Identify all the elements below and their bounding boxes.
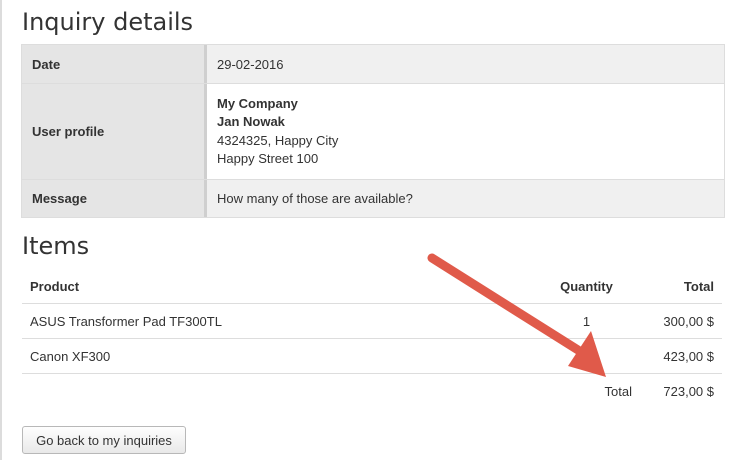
items-table: Product Quantity Total ASUS Transformer … — [22, 269, 722, 408]
user-profile-label: User profile — [22, 84, 207, 179]
message-value: How many of those are available? — [207, 180, 724, 217]
profile-street: Happy Street 100 — [217, 151, 319, 166]
date-row: Date 29-02-2016 — [22, 45, 724, 83]
profile-city: 4324325, Happy City — [217, 132, 339, 148]
grand-total-label: Total — [604, 383, 632, 399]
product-cell: ASUS Transformer Pad TF300TL — [30, 313, 222, 329]
product-cell: Canon XF300 — [30, 348, 111, 364]
date-value: 29-02-2016 — [207, 45, 724, 83]
column-header-quantity: Quantity — [560, 278, 613, 294]
column-header-product: Product — [30, 278, 80, 294]
total-cell: 423,00 $ — [663, 348, 714, 364]
table-row: Canon XF300 1 423,00 $ — [22, 339, 722, 374]
table-row: ASUS Transformer Pad TF300TL 1 300,00 $ — [22, 304, 722, 339]
back-to-inquiries-button[interactable]: Go back to my inquiries — [22, 426, 186, 454]
date-label: Date — [22, 45, 207, 83]
items-header-row: Product Quantity Total — [22, 269, 722, 304]
inquiry-details-heading: Inquiry details — [22, 8, 194, 36]
profile-company: My Company — [217, 95, 298, 111]
column-header-total: Total — [683, 278, 714, 294]
quantity-cell: 1 — [582, 313, 591, 329]
user-profile-value: My Company Jan Nowak 4324325, Happy City… — [207, 84, 724, 179]
left-border — [0, 0, 2, 460]
inquiry-details-table: Date 29-02-2016 User profile My Company … — [21, 44, 725, 218]
profile-name: Jan Nowak — [217, 114, 285, 129]
items-heading: Items — [22, 232, 90, 260]
grand-total-row: Total 723,00 $ — [22, 374, 722, 408]
message-label: Message — [22, 180, 207, 217]
total-cell: 300,00 $ — [663, 313, 714, 329]
user-profile-row: User profile My Company Jan Nowak 432432… — [22, 83, 724, 179]
message-row: Message How many of those are available? — [22, 179, 724, 217]
quantity-cell: 1 — [582, 348, 591, 364]
grand-total-value: 723,00 $ — [663, 383, 714, 399]
